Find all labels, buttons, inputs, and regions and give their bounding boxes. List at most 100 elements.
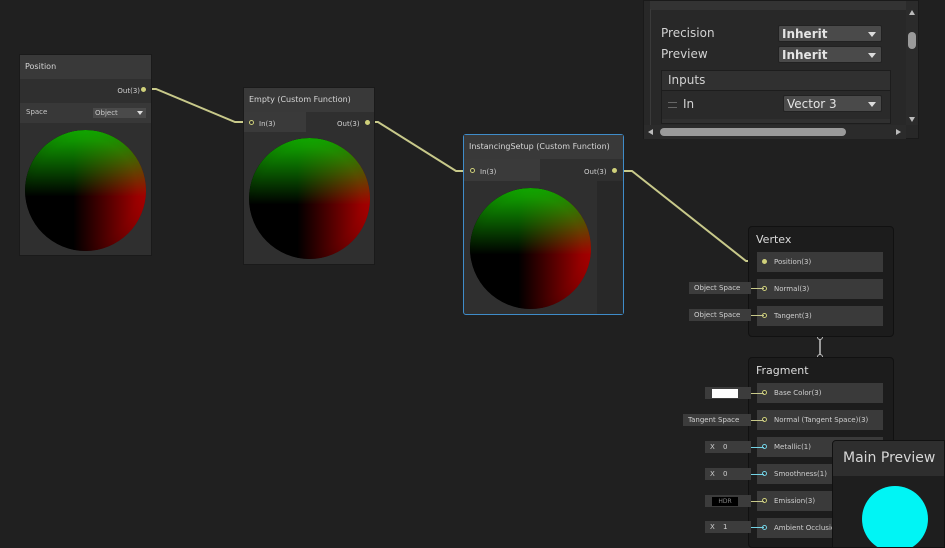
graph-inspector: Precision Inherit Preview Inherit Inputs…: [643, 0, 919, 139]
vertex-title: Vertex: [756, 233, 792, 246]
out-port-dot[interactable]: [365, 120, 370, 125]
normal-tangent-space-field[interactable]: Tangent Space: [683, 414, 751, 426]
connector-line: [751, 474, 764, 475]
empty-custom-function-node[interactable]: Empty (Custom Function) In(3) Out(3): [243, 87, 375, 265]
vertex-block[interactable]: Vertex Position(3) Normal(3) Tangent(3): [748, 226, 894, 337]
slot-label: Tangent(3): [774, 312, 812, 320]
node-preview-sphere: [249, 138, 370, 259]
connector-line: [751, 527, 764, 528]
input-type-dropdown[interactable]: Vector 3: [783, 95, 882, 112]
main-preview-panel[interactable]: Main Preview: [832, 440, 945, 548]
slot-label: Normal(3): [774, 285, 810, 293]
wire-empty-to-instancing[interactable]: [368, 121, 472, 172]
scroll-right-icon[interactable]: [896, 129, 901, 135]
precision-dropdown[interactable]: Inherit: [778, 25, 882, 42]
slot-label: Ambient Occlusion: [774, 524, 840, 532]
metallic-field[interactable]: X 0: [705, 441, 751, 453]
main-preview-sphere[interactable]: [862, 486, 928, 547]
connector-line: [751, 420, 764, 421]
input-row[interactable]: In Vector 3: [662, 90, 890, 119]
metallic-x-label: X: [710, 443, 715, 451]
out-port-dot[interactable]: [141, 87, 146, 92]
main-preview-title: Main Preview: [833, 441, 944, 476]
base-color-field[interactable]: [705, 387, 751, 399]
chevron-down-icon: [868, 102, 876, 107]
precision-label: Precision: [661, 26, 715, 40]
slot-label: Smoothness(1): [774, 470, 827, 478]
horizontal-scroll-thumb[interactable]: [660, 128, 846, 136]
chevron-down-icon: [868, 53, 876, 58]
smoothness-value[interactable]: 0: [723, 470, 727, 478]
vertex-slot-normal[interactable]: Normal(3): [757, 279, 883, 299]
slot-label: Emission(3): [774, 497, 816, 505]
in-port-dot[interactable]: [249, 120, 254, 125]
metallic-value[interactable]: 0: [723, 443, 727, 451]
connector-line: [751, 447, 764, 448]
ao-x-label: X: [710, 523, 715, 531]
slot-port-dot[interactable]: [762, 259, 767, 264]
scroll-left-icon[interactable]: [648, 129, 653, 135]
emission-field[interactable]: HDR: [705, 495, 751, 507]
out-port-label: Out(3): [337, 120, 360, 128]
tangent-space-value: Object Space: [694, 311, 741, 319]
normal-space-field[interactable]: Object Space: [689, 282, 751, 294]
input-name[interactable]: In: [683, 97, 694, 111]
slot-label: Metallic(1): [774, 443, 811, 451]
in-port-label: In(3): [259, 120, 276, 128]
horizontal-scrollbar[interactable]: [644, 125, 906, 139]
slot-label: Normal (Tangent Space)(3): [774, 416, 869, 424]
smoothness-field[interactable]: X 0: [705, 468, 751, 480]
connector-line: [751, 501, 764, 502]
scroll-down-icon[interactable]: [909, 117, 915, 122]
node-title: InstancingSetup (Custom Function): [464, 135, 623, 159]
ao-value[interactable]: 1: [723, 523, 727, 531]
in-port-row[interactable]: In(3): [259, 114, 275, 134]
color-swatch[interactable]: [712, 388, 738, 398]
chevron-down-icon: [137, 111, 143, 115]
input-ports-column: [464, 159, 540, 181]
drag-handle-icon[interactable]: [668, 102, 677, 108]
fragment-title: Fragment: [756, 364, 809, 377]
hdr-swatch[interactable]: HDR: [712, 496, 738, 506]
normal-tangent-space-value: Tangent Space: [688, 416, 740, 424]
fragment-slot-base-color[interactable]: Base Color(3): [757, 383, 883, 403]
fragment-slot-normal[interactable]: Normal (Tangent Space)(3): [757, 410, 883, 430]
normal-space-value: Object Space: [694, 284, 741, 292]
preview-value: Inherit: [782, 48, 828, 62]
out-port-label: Out(3): [584, 168, 607, 176]
preview-label: Preview: [661, 47, 708, 61]
scroll-up-icon[interactable]: [909, 10, 915, 15]
preview-dropdown[interactable]: Inherit: [778, 46, 882, 63]
vertical-scrollbar[interactable]: [906, 1, 918, 125]
slot-label: Position(3): [774, 258, 812, 266]
ambient-occlusion-field[interactable]: X 1: [705, 521, 751, 533]
wire-position-to-empty[interactable]: [145, 88, 250, 123]
vertex-slot-position[interactable]: Position(3): [757, 252, 883, 272]
vertical-scroll-thumb[interactable]: [908, 32, 916, 49]
node-title: Position: [20, 55, 151, 79]
precision-value: Inherit: [782, 27, 828, 41]
in-port-dot[interactable]: [470, 168, 475, 173]
space-label: Space: [26, 108, 48, 116]
tangent-space-field[interactable]: Object Space: [689, 309, 751, 321]
out-port-label: Out(3): [117, 87, 140, 95]
connector-line: [751, 288, 764, 289]
wire-instancing-to-vertex[interactable]: [615, 170, 764, 262]
out-port-row[interactable]: Out(3): [584, 162, 607, 182]
vertex-slot-tangent[interactable]: Tangent(3): [757, 306, 883, 326]
node-preview-sphere: [25, 130, 146, 251]
inputs-header: Inputs: [668, 73, 706, 87]
space-dropdown[interactable]: Object: [93, 108, 146, 118]
node-title: Empty (Custom Function): [244, 88, 374, 112]
smoothness-x-label: X: [710, 470, 715, 478]
out-port-row[interactable]: Out(3): [117, 81, 144, 101]
inputs-section: Inputs In Vector 3: [661, 70, 891, 124]
in-port-row[interactable]: In(3): [480, 162, 496, 182]
in-port-label: In(3): [480, 168, 497, 176]
space-control-row: Space Object: [20, 103, 151, 123]
out-port-dot[interactable]: [612, 168, 617, 173]
position-node[interactable]: Position Out(3) Space Object: [19, 54, 152, 256]
slot-label: Base Color(3): [774, 389, 822, 397]
out-port-row[interactable]: Out(3): [337, 114, 360, 134]
instancing-setup-node[interactable]: InstancingSetup (Custom Function) In(3) …: [463, 134, 624, 315]
